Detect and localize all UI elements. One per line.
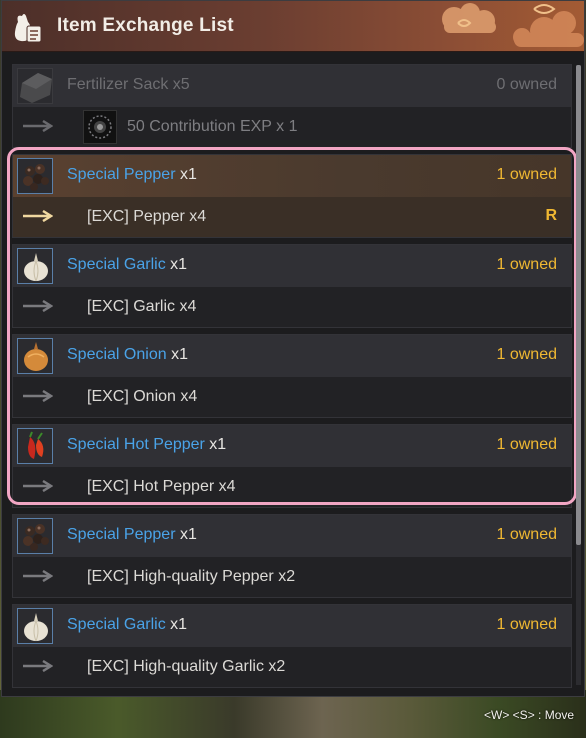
fertilizer-sack-icon xyxy=(17,68,53,104)
arrow-right-icon xyxy=(23,300,53,312)
pepper-icon xyxy=(17,158,53,194)
arrow-right-icon xyxy=(23,390,53,402)
exchange-entry[interactable]: Special Hot Pepper x1 1 owned [EXC] Hot … xyxy=(12,424,572,508)
exchange-entry[interactable]: Special Pepper x1 1 owned [EXC] High-qua… xyxy=(12,514,572,598)
reward-item: 50 Contribution EXP x 1 xyxy=(127,118,298,135)
cost-item: Fertilizer Sack x5 xyxy=(67,76,190,94)
cost-item-qty: x1 xyxy=(175,526,197,543)
selected-mark: R xyxy=(545,207,557,224)
item-exchange-window: Item Exchange List Fertilizer Sack x5 0 … xyxy=(1,0,585,697)
cost-item: Special Garlic x1 xyxy=(67,256,187,274)
cost-item: Special Onion x1 xyxy=(67,346,188,364)
owned-count: 1 owned xyxy=(496,346,558,363)
title-bar[interactable]: Item Exchange List xyxy=(2,1,584,52)
sack-scroll-icon xyxy=(14,14,42,43)
window-title: Item Exchange List xyxy=(57,15,234,36)
exchange-entry[interactable]: Special Onion x1 1 owned [EXC] Onion x4 xyxy=(12,334,572,418)
cost-item-name: Special Garlic xyxy=(67,616,166,633)
cost-item-qty: x5 xyxy=(168,76,190,93)
reward-item: [EXC] Onion x4 xyxy=(87,388,198,405)
cost-item-qty: x1 xyxy=(165,256,188,273)
cost-item-name: Special Onion xyxy=(67,346,167,363)
cost-item: Special Pepper x1 xyxy=(67,166,197,184)
owned-count: 0 owned xyxy=(496,76,558,93)
reward-item: [EXC] Pepper x4 xyxy=(87,208,207,225)
exchange-entry[interactable]: Special Pepper x1 1 owned [EXC] Pepper x… xyxy=(12,154,572,238)
cost-item-name: Special Pepper xyxy=(67,166,176,183)
cost-item: Special Garlic x1 xyxy=(67,616,187,634)
cost-item-qty: x1 xyxy=(175,166,197,183)
hot-pepper-icon xyxy=(17,428,53,464)
cost-item-qty: x1 xyxy=(166,346,188,363)
owned-count: 1 owned xyxy=(496,526,558,543)
cost-item-name: Special Pepper xyxy=(67,526,176,543)
arrow-right-icon xyxy=(23,120,53,132)
reward-item: [EXC] Garlic x4 xyxy=(87,298,197,315)
reward-item: [EXC] High-quality Garlic x2 xyxy=(87,658,286,675)
owned-count: 1 owned xyxy=(496,616,558,633)
keyboard-hint: <W> <S> : Move xyxy=(484,708,575,722)
cost-item-qty: x1 xyxy=(165,616,188,633)
arrow-right-icon xyxy=(23,660,53,672)
cost-item-name: Fertilizer Sack xyxy=(67,76,169,93)
reward-item: [EXC] High-quality Pepper x2 xyxy=(87,568,296,585)
scrollbar-thumb[interactable] xyxy=(576,65,581,545)
exchange-entry[interactable]: Fertilizer Sack x5 0 owned 50 Contributi… xyxy=(12,64,572,148)
arrow-right-icon xyxy=(23,210,53,222)
exchange-entry[interactable]: Special Garlic x1 1 owned [EXC] High-qua… xyxy=(12,604,572,688)
cost-item-qty: x1 xyxy=(204,436,227,453)
cloud-ornament-icon xyxy=(442,3,584,47)
cost-item: Special Hot Pepper x1 xyxy=(67,436,226,454)
garlic-icon xyxy=(17,248,53,284)
contribution-exp-icon xyxy=(83,110,117,144)
pepper-icon xyxy=(17,518,53,554)
reward-item: [EXC] Hot Pepper x4 xyxy=(87,478,236,495)
scrollbar[interactable] xyxy=(576,65,581,685)
owned-count: 1 owned xyxy=(496,166,558,183)
cost-item-name: Special Hot Pepper xyxy=(67,436,205,453)
garlic-icon xyxy=(17,608,53,644)
owned-count: 1 owned xyxy=(496,256,558,273)
cost-item: Special Pepper x1 xyxy=(67,526,197,544)
cost-item-name: Special Garlic xyxy=(67,256,166,273)
onion-icon xyxy=(17,338,53,374)
arrow-right-icon xyxy=(23,480,53,492)
arrow-right-icon xyxy=(23,570,53,582)
exchange-entry[interactable]: Special Garlic x1 1 owned [EXC] Garlic x… xyxy=(12,244,572,328)
owned-count: 1 owned xyxy=(496,436,558,453)
